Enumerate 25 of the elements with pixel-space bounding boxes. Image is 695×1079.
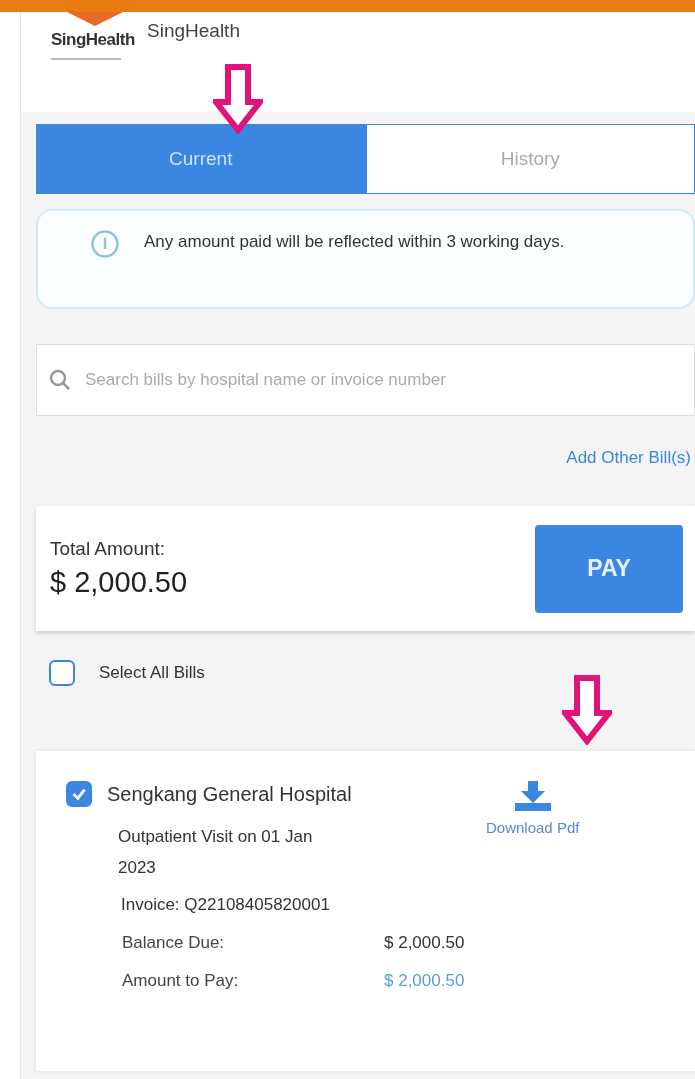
tab[interactable]: History	[365, 124, 695, 194]
pay-button[interactable]: PAY	[535, 524, 683, 613]
row-value: $ 2,000.50	[384, 971, 465, 991]
invoice-text: Invoice: Q22108405820001	[121, 895, 331, 915]
notice-text: Any amount paid will be reflected within 3 working days.	[144, 231, 566, 253]
row-value: $ 2,000.50	[384, 933, 465, 953]
row-label: Balance Due:	[122, 933, 226, 953]
checkbox[interactable]	[66, 781, 92, 807]
logo-tagline-mark	[51, 58, 121, 60]
info-icon	[90, 229, 120, 259]
search-field[interactable]: Search bills by hospital name or invoice number	[36, 344, 695, 416]
visit-text: Outpatient Visit on 01 Jan 2023	[118, 826, 314, 879]
download-link[interactable]: Download Pdf	[486, 781, 580, 861]
annotation-arrow-icon	[562, 675, 612, 745]
tab[interactable]: Current	[36, 124, 366, 194]
row-label: Amount to Pay:	[122, 971, 240, 991]
download-icon	[512, 781, 553, 811]
total-amount: $ 2,000.50	[50, 566, 188, 599]
hospital-name: Sengkang General Hospital	[107, 782, 352, 806]
select-all-label: Select All Bills	[99, 663, 205, 683]
add-bill-link[interactable]: Add Other Bill(s)	[566, 448, 691, 468]
checkbox[interactable]	[49, 660, 75, 686]
total-label: Total Amount:	[50, 538, 167, 560]
logo-text: SingHealth	[51, 30, 135, 50]
app-title: SingHealth	[147, 20, 240, 42]
